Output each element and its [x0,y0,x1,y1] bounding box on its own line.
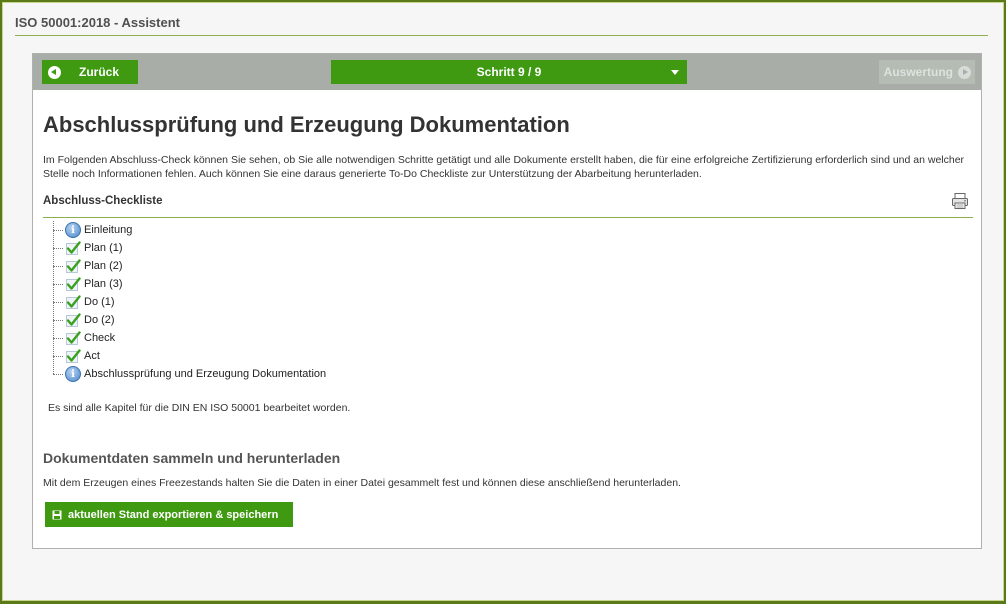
export-save-button-label: aktuellen Stand exportieren & speichern [68,508,279,521]
checklist-item[interactable]: Plan (1) [51,239,326,257]
evaluation-button[interactable]: Auswertung [879,60,975,84]
tree-branch [53,373,63,375]
status-text: Es sind alle Kapitel für die DIN EN ISO … [48,402,351,414]
section-description: Mit dem Erzeugen eines Freezestands halt… [43,477,681,489]
arrow-left-circle-icon [48,65,61,79]
tree-branch [53,229,63,231]
window-frame: ISO 50001:2018 - Assistent Zurück Schrit… [2,2,1004,601]
tree-branch [53,283,63,285]
title-divider [15,35,988,36]
checklist-item-label: Einleitung [84,224,133,236]
intro-text: Im Folgenden Abschluss-Check können Sie … [43,154,965,180]
window-title: ISO 50001:2018 - Assistent [15,15,180,30]
checklist-item-label: Do (2) [84,314,115,326]
checklist-item[interactable]: i Abschlussprüfung und Erzeugung Dokument… [51,365,326,383]
tree-branch [53,247,63,249]
back-button[interactable]: Zurück [42,60,138,84]
checklist-item[interactable]: Check [51,329,326,347]
checklist-tree: i Einleitung Plan (1) Plan (2) Plan (3) Do (1… [51,221,326,383]
checklist-title: Abschluss-Checkliste [43,195,163,207]
checklist-item-label: Abschlussprüfung und Erzeugung Dokumenta… [84,368,327,380]
section-heading: Dokumentdaten sammeln und herunterladen [43,450,341,466]
info-icon: i [65,366,81,382]
tree-branch [53,319,63,321]
check-icon [66,331,81,345]
checklist-item[interactable]: Act [51,347,326,365]
checklist-item[interactable]: Do (1) [51,293,326,311]
checklist-item-label: Plan (2) [84,260,123,272]
check-icon [66,259,81,273]
checklist-item-label: Plan (1) [84,242,123,254]
checklist-item-label: Do (1) [84,296,115,308]
checklist-item-label: Act [84,350,100,362]
arrow-right-circle-icon [958,65,971,79]
info-icon: i [65,222,81,238]
checklist-item[interactable]: i Einleitung [51,221,326,239]
back-button-label: Zurück [79,65,120,79]
check-icon [66,313,81,327]
step-dropdown-label: Schritt 9 / 9 [476,65,542,79]
tree-branch [53,265,63,267]
checklist-item-label: Check [84,332,116,344]
wizard-panel: Zurück Schritt 9 / 9 Auswertung Abschlus… [32,53,982,549]
printer-icon[interactable] [951,192,969,210]
check-icon [66,277,81,291]
check-icon [66,295,81,309]
checklist-item[interactable]: Do (2) [51,311,326,329]
check-icon [66,241,81,255]
check-icon [66,349,81,363]
page-title: Abschlussprüfung und Erzeugung Dokumenta… [43,112,570,137]
chevron-down-icon [671,70,679,75]
tree-branch [53,337,63,339]
evaluation-button-label: Auswertung [883,65,953,79]
export-save-button[interactable]: aktuellen Stand exportieren & speichern [45,502,293,527]
checklist-divider [43,217,973,218]
save-icon [52,510,62,519]
checklist-item-label: Plan (3) [84,278,123,290]
checklist-item[interactable]: Plan (3) [51,275,326,293]
tree-branch [53,301,63,303]
tree-branch [53,355,63,357]
step-dropdown[interactable]: Schritt 9 / 9 [331,60,687,84]
wizard-toolbar: Zurück Schritt 9 / 9 Auswertung [33,54,981,90]
checklist-item[interactable]: Plan (2) [51,257,326,275]
